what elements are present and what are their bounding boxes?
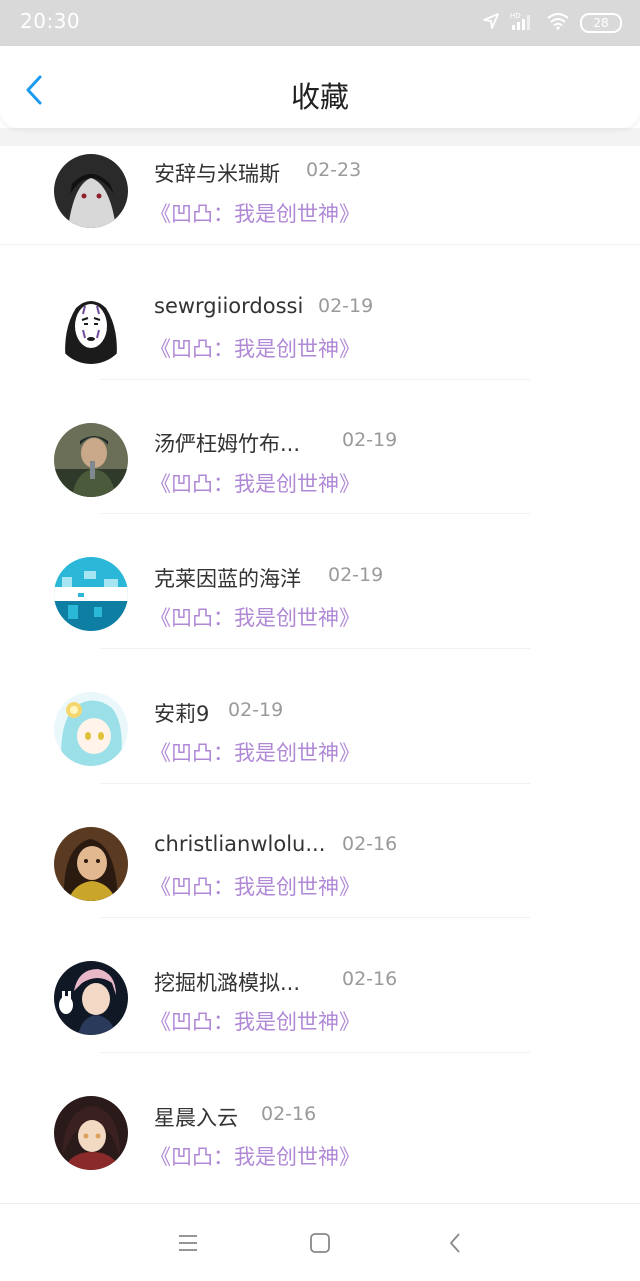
divider [100,379,530,380]
list-item[interactable]: 汤俨枉姆竹布... 02-19 《凹凸：我是创世神》 [0,415,640,549]
item-date: 02-16 [342,968,398,990]
divider [100,917,530,918]
user-name: 安辞与米瑞斯 [154,162,280,186]
avatar[interactable] [54,154,128,228]
status-icons: HD 28 [482,10,622,36]
divider [100,783,530,784]
work-title[interactable]: 《凹凸：我是创世神》 [150,1141,360,1171]
item-date: 02-23 [306,159,362,181]
item-date: 02-19 [328,564,384,586]
header: 收藏 [0,46,640,128]
work-title[interactable]: 《凹凸：我是创世神》 [150,333,360,363]
list-item[interactable]: 挖掘机潞模拟... 02-16 《凹凸：我是创世神》 [0,953,640,1087]
item-date: 02-16 [342,833,398,855]
user-name: 汤俨枉姆竹布... [154,432,301,456]
avatar[interactable] [54,692,128,766]
work-title[interactable]: 《凹凸：我是创世神》 [150,602,360,632]
status-bar: 20:30 HD 28 [0,0,640,46]
hd-signal-icon: HD [510,11,536,35]
item-date: 02-16 [261,1103,317,1125]
user-name: christlianwlolu... [154,832,326,856]
avatar[interactable] [54,1096,128,1170]
divider [0,244,640,245]
work-title[interactable]: 《凹凸：我是创世神》 [150,737,360,767]
list-item[interactable]: 克莱因蓝的海洋 02-19 《凹凸：我是创世神》 [0,549,640,683]
system-nav-bar [0,1203,640,1281]
status-time: 20:30 [20,9,81,33]
item-date: 02-19 [342,429,398,451]
user-name: 星晨入云 [154,1106,238,1130]
battery-icon: 28 [580,13,622,33]
divider [100,513,530,514]
nav-back-button[interactable] [440,1228,470,1258]
avatar[interactable] [54,557,128,631]
user-name: 挖掘机潞模拟... [154,971,301,995]
work-title[interactable]: 《凹凸：我是创世神》 [150,1006,360,1036]
work-title[interactable]: 《凹凸：我是创世神》 [150,468,360,498]
page-title: 收藏 [290,80,349,114]
divider [100,1052,530,1053]
user-name: 安莉9 [154,702,210,726]
work-title[interactable]: 《凹凸：我是创世神》 [150,198,360,228]
avatar[interactable] [54,827,128,901]
home-icon [310,1233,330,1253]
divider [100,648,530,649]
user-name: sewrgiiordossi [154,294,304,318]
list-item[interactable]: sewrgiiordossi 02-19 《凹凸：我是创世神》 [0,280,640,414]
item-date: 02-19 [228,699,284,721]
user-name: 克莱因蓝的海洋 [154,567,301,591]
location-icon [482,12,500,34]
list-item[interactable]: 安莉9 02-19 《凹凸：我是创世神》 [0,684,640,818]
menu-icon [179,1235,197,1251]
wifi-icon [546,12,570,34]
list-item[interactable]: 星晨入云 02-16 《凹凸：我是创世神》 [0,1088,640,1222]
home-button[interactable] [305,1228,335,1258]
list-item[interactable]: christlianwlolu... 02-16 《凹凸：我是创世神》 [0,819,640,953]
list-item[interactable]: 安辞与米瑞斯 02-23 《凹凸：我是创世神》 [0,146,640,280]
item-date: 02-19 [318,295,374,317]
back-icon [450,1233,460,1253]
header-gap [0,128,640,146]
svg-text:HD: HD [510,12,521,20]
avatar[interactable] [54,290,128,364]
work-title[interactable]: 《凹凸：我是创世神》 [150,871,360,901]
avatar[interactable] [54,423,128,497]
avatar[interactable] [54,961,128,1035]
menu-button[interactable] [173,1228,203,1258]
